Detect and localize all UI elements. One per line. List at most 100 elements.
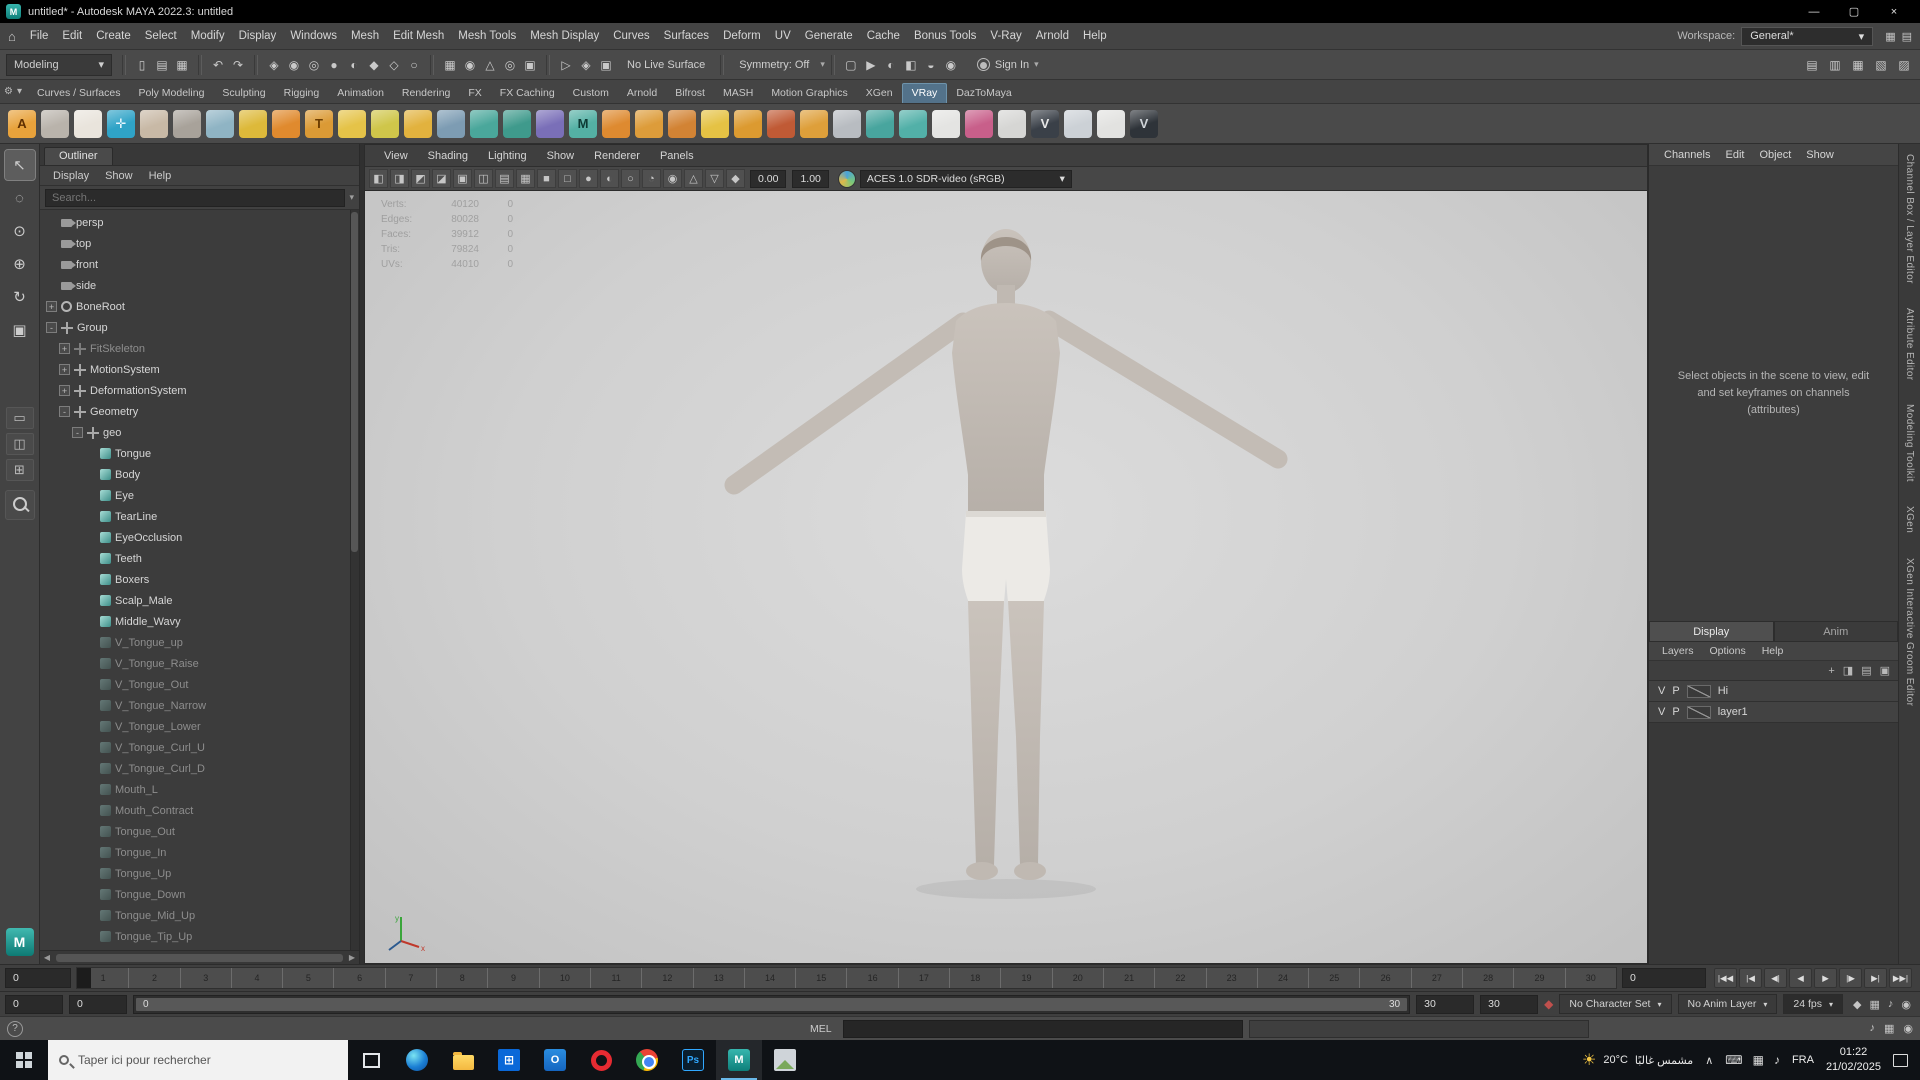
outliner-item[interactable]: + BoneRoot [40,296,359,317]
range-bar[interactable]: 0 30 [136,997,1408,1011]
expand-toggle-icon[interactable] [85,637,96,648]
viewport-toolbar-icon[interactable]: ◆ [726,169,745,188]
expand-toggle-icon[interactable] [85,469,96,480]
channel-box-menu-item[interactable]: Show [1799,149,1841,161]
command-input[interactable] [842,1019,1243,1038]
outlook-icon[interactable]: O [532,1040,578,1080]
screenshot-tool-icon[interactable] [762,1040,808,1080]
viewport-toolbar-icon[interactable]: ▽ [705,169,724,188]
rotate-tool[interactable]: ↻ [5,282,35,312]
wire-head-icon[interactable] [206,109,234,138]
outliner-item[interactable]: persp [40,212,359,233]
shelf-tab[interactable]: Sculpting [213,84,274,103]
workspace-select[interactable]: General* ▾ [1741,26,1874,46]
shelf-menu-icon[interactable]: ⚙ [4,86,13,97]
viewport-toolbar-icon[interactable]: ◩ [411,169,430,188]
expand-toggle-icon[interactable]: + [46,301,57,312]
flag-icon[interactable] [1064,109,1092,138]
shelf-tab[interactable]: FX Caching [491,84,564,103]
outliner-menu-item[interactable]: Display [46,170,96,182]
frame-tick[interactable]: 16 [846,968,897,988]
layer-color-swatch[interactable] [1686,705,1711,719]
layer-color-swatch[interactable] [1686,684,1711,698]
playback-button[interactable]: ◀ [1789,968,1812,988]
lasso-tool[interactable]: ◌ [5,183,35,213]
tray-icon[interactable]: ♪ [1774,1053,1780,1067]
vray-material-icon[interactable]: M [569,109,597,138]
expand-toggle-icon[interactable] [85,763,96,774]
cube-stack-icon[interactable] [503,109,531,138]
shelf-tab[interactable]: DazToMaya [947,84,1020,103]
outliner-item[interactable]: V_Tongue_Out [40,674,359,695]
edge-icon[interactable] [394,1040,440,1080]
playback-button[interactable]: |◀ [1739,968,1762,988]
frame-tick[interactable]: 17 [897,968,949,988]
symmetry-label[interactable]: Symmetry: Off [730,59,818,71]
frame-tick[interactable]: 12 [641,968,692,988]
viewport-toolbar-icon[interactable]: ◨ [390,169,409,188]
viewport-toolbar-icon[interactable]: ◪ [432,169,451,188]
outliner-item[interactable]: Tongue_Up [40,863,359,884]
auto-key-icon[interactable]: ◆ [1544,997,1553,1011]
shelf-tab[interactable]: Rigging [275,84,329,103]
orange-sphere-icon[interactable] [602,109,630,138]
viewport-menu-item[interactable]: Shading [419,150,477,162]
close-button[interactable]: × [1874,0,1914,23]
menu-item[interactable]: Mesh Tools [451,28,523,44]
search-input[interactable] [45,188,346,207]
rig-figure-icon[interactable]: ✛ [107,109,135,138]
maya-icon[interactable]: M [716,1040,762,1080]
ring-sphere-icon[interactable] [1097,109,1125,138]
viewport-toolbar-icon[interactable]: ■ [537,169,556,188]
frame-tick[interactable]: 10 [538,968,590,988]
outliner-item[interactable]: - geo [40,422,359,443]
outliner-item[interactable]: V_Tongue_Curl_D [40,758,359,779]
layer-action-icon[interactable]: ▤ [1861,664,1871,677]
expand-toggle-icon[interactable] [85,889,96,900]
exposure-field[interactable]: 0.00 [750,169,787,188]
expand-toggle-icon[interactable]: - [59,406,70,417]
live-surface-label[interactable]: No Live Surface [618,59,714,71]
shelf-tab[interactable]: Animation [328,84,393,103]
outliner-item[interactable]: Mouth_Contract [40,800,359,821]
task-view-icon[interactable] [348,1040,394,1080]
expand-toggle-icon[interactable] [85,679,96,690]
outliner-item[interactable]: Boxers [40,569,359,590]
page-icon[interactable] [932,109,960,138]
outliner-item[interactable]: Tongue_Down [40,884,359,905]
expand-toggle-icon[interactable] [85,847,96,858]
expand-toggle-icon[interactable] [85,868,96,879]
menu-item[interactable]: Bonus Tools [907,28,983,44]
expand-toggle-icon[interactable] [85,910,96,921]
help-icon[interactable]: ? [7,1020,23,1037]
range-option-icon[interactable]: ◆ [1853,998,1861,1011]
expand-toggle-icon[interactable] [85,784,96,795]
outliner-item[interactable]: + FitSkeleton [40,338,359,359]
selection-mask-icon[interactable]: ◎ [304,55,324,75]
frame-tick[interactable]: 8 [436,968,487,988]
menu-item[interactable]: UV [768,28,798,44]
atom-icon[interactable] [371,109,399,138]
layer-action-icon[interactable]: ◨ [1843,664,1853,677]
history-icon[interactable]: ◈ [576,55,596,75]
ui-toggle-icon[interactable]: ▨ [1894,55,1914,75]
history-icon[interactable]: ▣ [596,55,616,75]
expand-toggle-icon[interactable] [85,511,96,522]
expand-toggle-icon[interactable] [85,532,96,543]
outliner-item[interactable]: - Geometry [40,401,359,422]
layer-action-icon[interactable]: + [1828,665,1834,677]
fps-select[interactable]: 24 fps ▾ [1783,994,1844,1014]
shelf-tab[interactable]: Curves / Surfaces [28,84,129,103]
expand-toggle-icon[interactable] [85,574,96,585]
brush-icon[interactable] [668,109,696,138]
expand-toggle-icon[interactable] [85,931,96,942]
snap-icon[interactable]: ▣ [520,55,540,75]
viewport-toolbar-icon[interactable]: ○ [621,169,640,188]
outliner-item[interactable]: Tongue_Mid_Up [40,905,359,926]
expand-toggle-icon[interactable] [85,448,96,459]
language-indicator[interactable]: FRA [1792,1054,1814,1066]
outliner-item[interactable]: V_Tongue_Raise [40,653,359,674]
sphere-light-icon[interactable] [338,109,366,138]
viewport-toolbar-icon[interactable]: ◫ [474,169,493,188]
outliner-item[interactable]: V_Tongue_Curl_U [40,737,359,758]
